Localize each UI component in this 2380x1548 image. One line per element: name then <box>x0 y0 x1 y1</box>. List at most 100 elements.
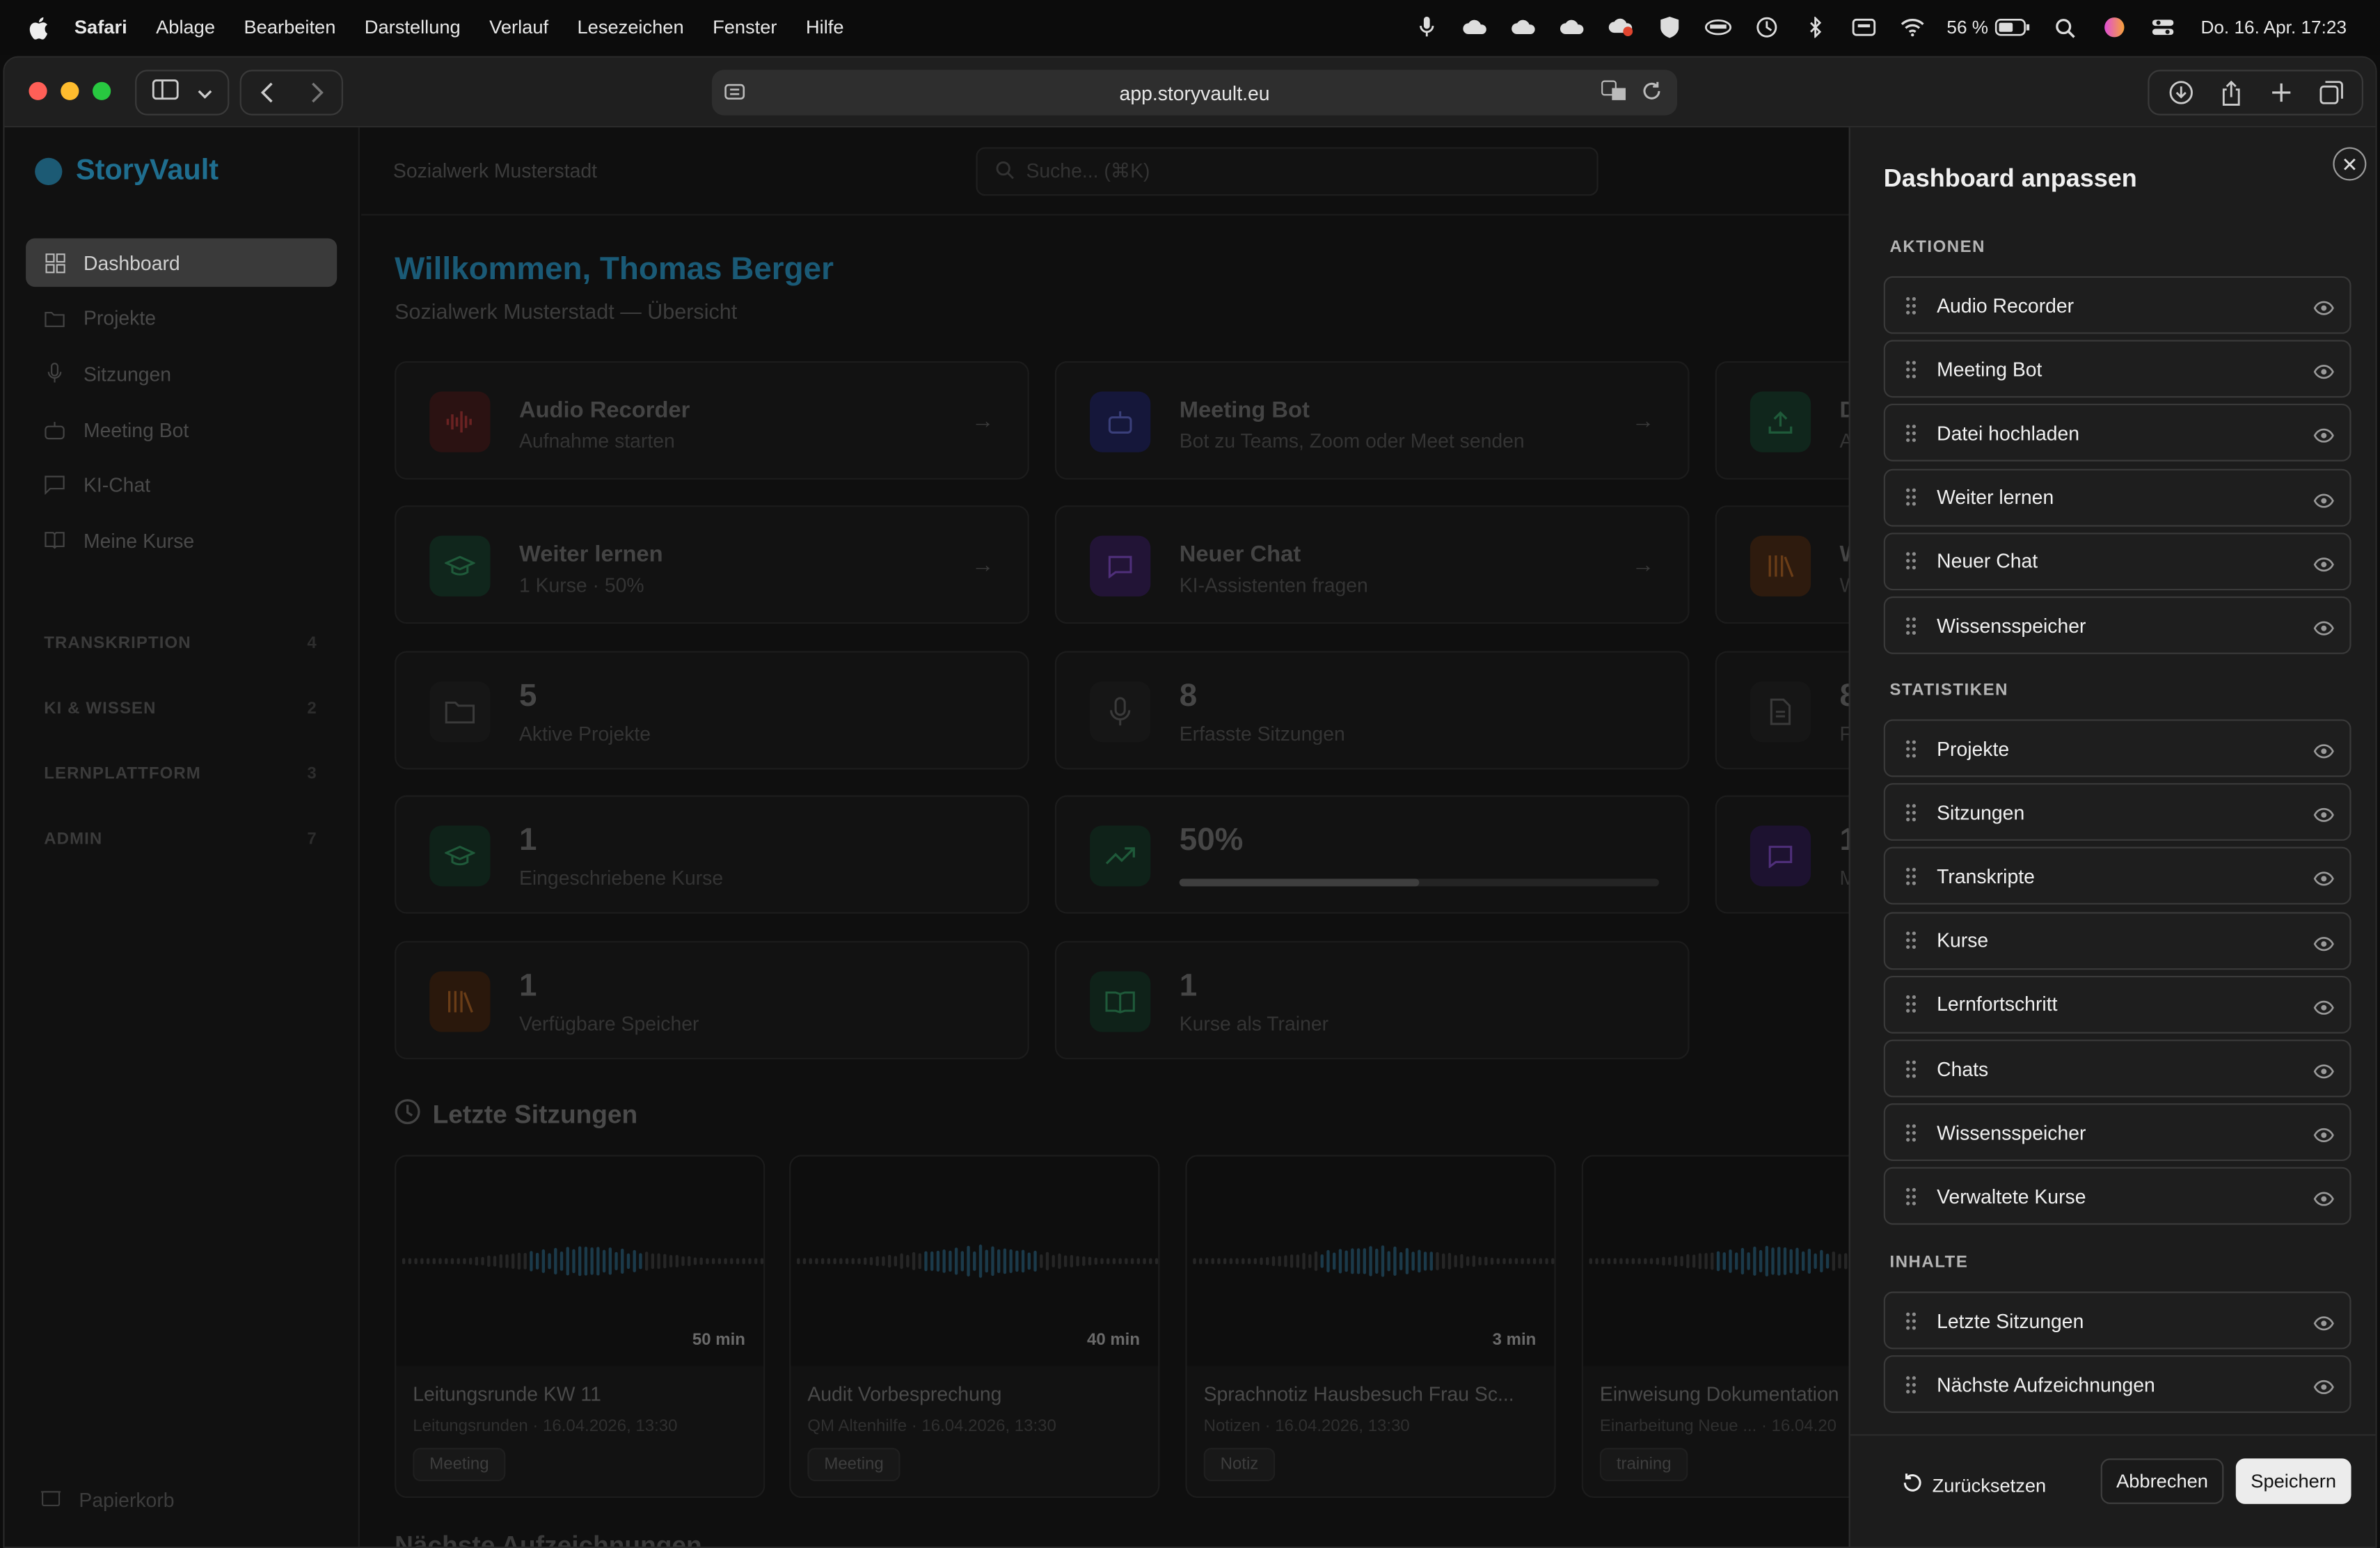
eye-icon[interactable] <box>2313 552 2335 579</box>
menu-hilfe[interactable]: Hilfe <box>806 17 844 38</box>
drag-handle-icon[interactable] <box>1885 295 1937 315</box>
action-card-wissensspeicher[interactable]: W W <box>1715 505 1861 624</box>
reload-icon[interactable] <box>1642 81 1662 106</box>
widget-row[interactable]: Nächste Aufzeichnungen <box>1883 1355 2351 1414</box>
shield-icon[interactable] <box>1656 16 1683 38</box>
sidebar-item-projekte[interactable]: Projekte <box>26 294 337 342</box>
share-icon[interactable] <box>2205 79 2255 105</box>
widget-row[interactable]: Weiter lernen <box>1883 468 2351 526</box>
menu-fenster[interactable]: Fenster <box>713 17 777 38</box>
drag-handle-icon[interactable] <box>1885 995 1937 1014</box>
trash-link[interactable]: Papierkorb <box>40 1487 175 1512</box>
stat-card-verwaltete-kurse[interactable]: 1 Kurse als Trainer <box>1054 940 1690 1059</box>
sidebar-item-sitzungen[interactable]: Sitzungen <box>26 349 337 398</box>
stat-card-lernfortschritt[interactable]: 50% <box>1054 795 1690 914</box>
spotlight-icon[interactable] <box>2052 17 2079 38</box>
drag-handle-icon[interactable] <box>1885 359 1937 379</box>
stat-card-kurse[interactable]: 1 Eingeschriebene Kurse <box>395 795 1029 914</box>
stat-card-sitzungen[interactable]: 8 Erfasste Sitzungen <box>1054 651 1690 770</box>
widget-row[interactable]: Neuer Chat <box>1883 532 2351 590</box>
widget-row[interactable]: Lernfortschritt <box>1883 975 2351 1034</box>
siri-icon[interactable] <box>2101 17 2128 38</box>
sidebar-item-meine-kurse[interactable]: Meine Kurse <box>26 516 337 565</box>
save-button[interactable]: Speichern <box>2235 1458 2351 1504</box>
stat-card-transkripte[interactable]: 8 F <box>1715 651 1857 770</box>
section-admin[interactable]: ADMIN 7 <box>44 830 317 848</box>
drag-handle-icon[interactable] <box>1885 423 1937 443</box>
drag-handle-icon[interactable] <box>1885 1375 1937 1394</box>
eye-icon[interactable] <box>2313 1311 2335 1338</box>
widget-row[interactable]: Projekte <box>1883 719 2351 777</box>
drive-icon[interactable] <box>1704 17 1731 38</box>
zoom-window-button[interactable] <box>93 81 111 100</box>
back-icon[interactable] <box>241 82 292 104</box>
action-card-weiter-lernen[interactable]: Weiter lernen 1 Kurse · 50% → <box>395 505 1029 624</box>
eye-icon[interactable] <box>2313 995 2335 1022</box>
menu-verlauf[interactable]: Verlauf <box>489 17 548 38</box>
widget-row[interactable]: Audio Recorder <box>1883 276 2351 334</box>
eye-icon[interactable] <box>2313 488 2335 515</box>
action-card-audio-recorder[interactable]: Audio Recorder Aufnahme starten → <box>395 361 1029 480</box>
cloud-alert-icon[interactable] <box>1607 17 1634 38</box>
widget-row[interactable]: Datei hochladen <box>1883 404 2351 462</box>
eye-icon[interactable] <box>2313 803 2335 830</box>
menu-ablage[interactable]: Ablage <box>156 17 215 38</box>
drag-handle-icon[interactable] <box>1885 867 1937 886</box>
widget-row[interactable]: Sitzungen <box>1883 783 2351 842</box>
stat-card-wissensspeicher[interactable]: 1 Verfügbare Speicher <box>395 940 1029 1059</box>
close-panel-button[interactable]: ✕ <box>2333 147 2367 181</box>
eye-icon[interactable] <box>2313 931 2335 958</box>
eye-icon[interactable] <box>2313 867 2335 894</box>
sidebar-item-meeting-bot[interactable]: Meeting Bot <box>26 405 337 454</box>
menu-bearbeiten[interactable]: Bearbeiten <box>244 17 335 38</box>
menu-app-name[interactable]: Safari <box>74 17 127 38</box>
eye-icon[interactable] <box>2313 360 2335 387</box>
drag-handle-icon[interactable] <box>1885 931 1937 950</box>
drag-handle-icon[interactable] <box>1885 1311 1937 1330</box>
menu-lesezeichen[interactable]: Lesezeichen <box>578 17 684 38</box>
session-card[interactable]: 3 min Sprachnotiz Hausbesuch Frau Sc... … <box>1185 1155 1556 1499</box>
drag-handle-icon[interactable] <box>1885 487 1937 507</box>
drag-handle-icon[interactable] <box>1885 803 1937 822</box>
keyboard-icon[interactable] <box>1850 17 1877 38</box>
microphone-icon[interactable] <box>1413 16 1440 38</box>
eye-icon[interactable] <box>2313 1187 2335 1215</box>
widget-row[interactable]: Wissensspeicher <box>1883 596 2351 654</box>
eye-icon[interactable] <box>2313 424 2335 451</box>
translate-icon[interactable] <box>1601 80 1627 106</box>
action-card-neuer-chat[interactable]: Neuer Chat KI-Assistenten fragen → <box>1054 505 1690 624</box>
tab-overview-icon[interactable] <box>2306 81 2356 105</box>
action-card-datei-hochladen[interactable]: D A <box>1715 361 1856 480</box>
eye-icon[interactable] <box>2313 1375 2335 1403</box>
battery-icon[interactable] <box>1994 17 2031 38</box>
widget-row[interactable]: Kurse <box>1883 911 2351 970</box>
widget-row[interactable]: Wissensspeicher <box>1883 1103 2351 1162</box>
eye-icon[interactable] <box>2313 1123 2335 1151</box>
forward-icon[interactable] <box>292 82 342 104</box>
drag-handle-icon[interactable] <box>1885 1187 1937 1206</box>
section-lernplattform[interactable]: LERNPLATTFORM 3 <box>44 765 317 783</box>
control-center-icon[interactable] <box>2149 17 2176 38</box>
stat-card-projekte[interactable]: 5 Aktive Projekte <box>395 651 1029 770</box>
eye-icon[interactable] <box>2313 616 2335 643</box>
sidebar-toggle-button[interactable] <box>135 70 230 116</box>
bluetooth-icon[interactable] <box>1801 16 1828 38</box>
eye-icon[interactable] <box>2313 1059 2335 1087</box>
cloud-icon[interactable] <box>1461 17 1488 38</box>
widget-row[interactable]: Meeting Bot <box>1883 340 2351 398</box>
widget-row[interactable]: Chats <box>1883 1039 2351 1098</box>
brand-logo[interactable]: StoryVault <box>35 155 219 188</box>
eye-icon[interactable] <box>2313 296 2335 323</box>
section-ki-wissen[interactable]: KI & WISSEN 2 <box>44 700 317 718</box>
reset-button[interactable]: Zurücksetzen <box>1902 1472 2046 1498</box>
clock[interactable]: Do. 16. Apr. 17:23 <box>2200 17 2347 38</box>
widget-row[interactable]: Transkripte <box>1883 847 2351 906</box>
drag-handle-icon[interactable] <box>1885 615 1937 635</box>
drag-handle-icon[interactable] <box>1885 1123 1937 1142</box>
downloads-icon[interactable] <box>2155 81 2205 105</box>
drag-handle-icon[interactable] <box>1885 551 1937 571</box>
address-bar[interactable]: app.storyvault.eu <box>711 70 1678 116</box>
session-card[interactable]: 40 min Audit Vorbesprechung QM Altenhilf… <box>789 1155 1160 1499</box>
new-tab-icon[interactable] <box>2255 82 2306 104</box>
drag-handle-icon[interactable] <box>1885 739 1937 758</box>
